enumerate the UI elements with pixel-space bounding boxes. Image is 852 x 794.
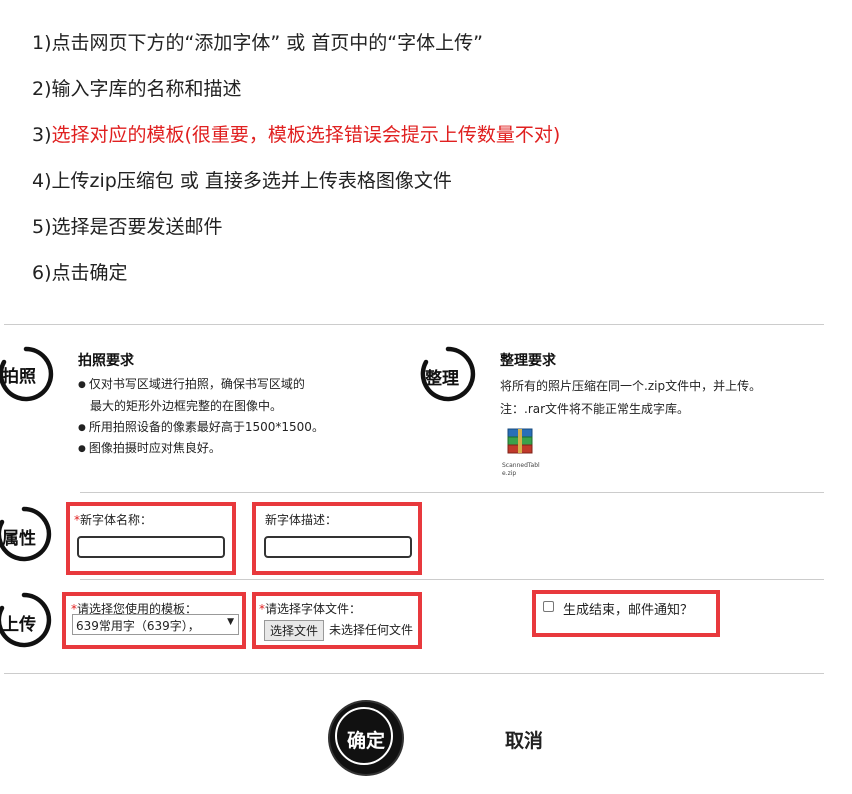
step-6: 6)点击确定 [32,258,128,285]
step-5-num: 5) [32,216,52,238]
archive-file-label: ScannedTable.zip [502,462,540,477]
step-1-num: 1) [32,32,52,54]
organize-section-label: 整理 [425,369,459,389]
divider-mid [80,492,824,493]
divider-bottom [4,673,824,674]
step-3: 3)选择对应的模板(很重要，模板选择错误会提示上传数量不对) [32,120,560,147]
step-2-text: 输入字库的名称和描述 [51,78,242,100]
template-select[interactable]: 639常用字（639字）， ▼ [72,614,239,635]
step-1-text: 点击网页下方的“添加字体” 或 首页中的“字体上传” [51,32,483,54]
step-4: 4)上传zip压缩包 或 直接多选并上传表格图像文件 [32,166,452,193]
file-status-text: 未选择任何文件 [329,623,414,637]
step-3-text: 选择对应的模板(很重要，模板选择错误会提示上传数量不对) [51,124,561,146]
confirm-button[interactable]: 确定 [330,702,402,774]
photo-rule-1: 仅对书写区域进行拍照，确保书写区域的 [78,375,305,392]
step-2: 2)输入字库的名称和描述 [32,74,242,101]
step-2-num: 2) [32,78,52,100]
archive-file-icon [507,428,533,454]
attributes-section-label: 属性 [2,529,36,549]
organize-rule-2: 注：.rar文件将不能正常生成字库。 [500,402,690,416]
choose-file-button[interactable]: 选择文件 [264,620,325,641]
upload-section-label: 上传 [2,615,36,635]
dropdown-arrow-icon: ▼ [227,617,234,627]
divider-top [4,324,824,325]
file-label-text: 请选择字体文件： [265,602,362,616]
step-3-num: 3) [32,124,52,146]
photo-rule-1-cont: 最大的矩形外边框完整的在图像中。 [90,399,283,413]
step-6-num: 6) [32,262,52,284]
font-description-input[interactable] [264,536,412,558]
step-1: 1)点击网页下方的“添加字体” 或 首页中的“字体上传” [32,28,483,55]
desc-field-label: 新字体描述： [265,513,338,527]
email-notify-label: 生成结束，邮件通知？ [563,603,694,618]
step-5-text: 选择是否要发送邮件 [51,216,223,238]
file-field-label: *请选择字体文件： [259,600,361,617]
photo-rule-3: 图像拍摄时应对焦良好。 [78,439,221,456]
cancel-button[interactable]: 取消 [505,726,543,753]
confirm-button-label: 确定 [346,730,385,752]
name-field-label: *新字体名称： [74,511,152,528]
photo-title: 拍照要求 [78,353,134,369]
name-label-text: 新字体名称： [80,513,153,527]
photo-section-label: 拍照 [2,367,36,387]
organize-rule-1: 将所有的照片压缩在同一个.zip文件中，并上传。 [500,379,762,393]
email-notify-checkbox[interactable] [543,601,554,612]
step-4-text: 上传zip压缩包 或 直接多选并上传表格图像文件 [51,170,452,192]
organize-title: 整理要求 [500,353,556,369]
photo-rule-2: 所用拍照设备的像素最好高于1500*1500。 [78,418,324,435]
step-5: 5)选择是否要发送邮件 [32,212,223,239]
divider-lower [80,579,824,580]
template-selected-value: 639常用字（639字）， [76,619,200,633]
font-name-input[interactable] [77,536,225,558]
step-6-text: 点击确定 [51,262,128,284]
step-4-num: 4) [32,170,52,192]
